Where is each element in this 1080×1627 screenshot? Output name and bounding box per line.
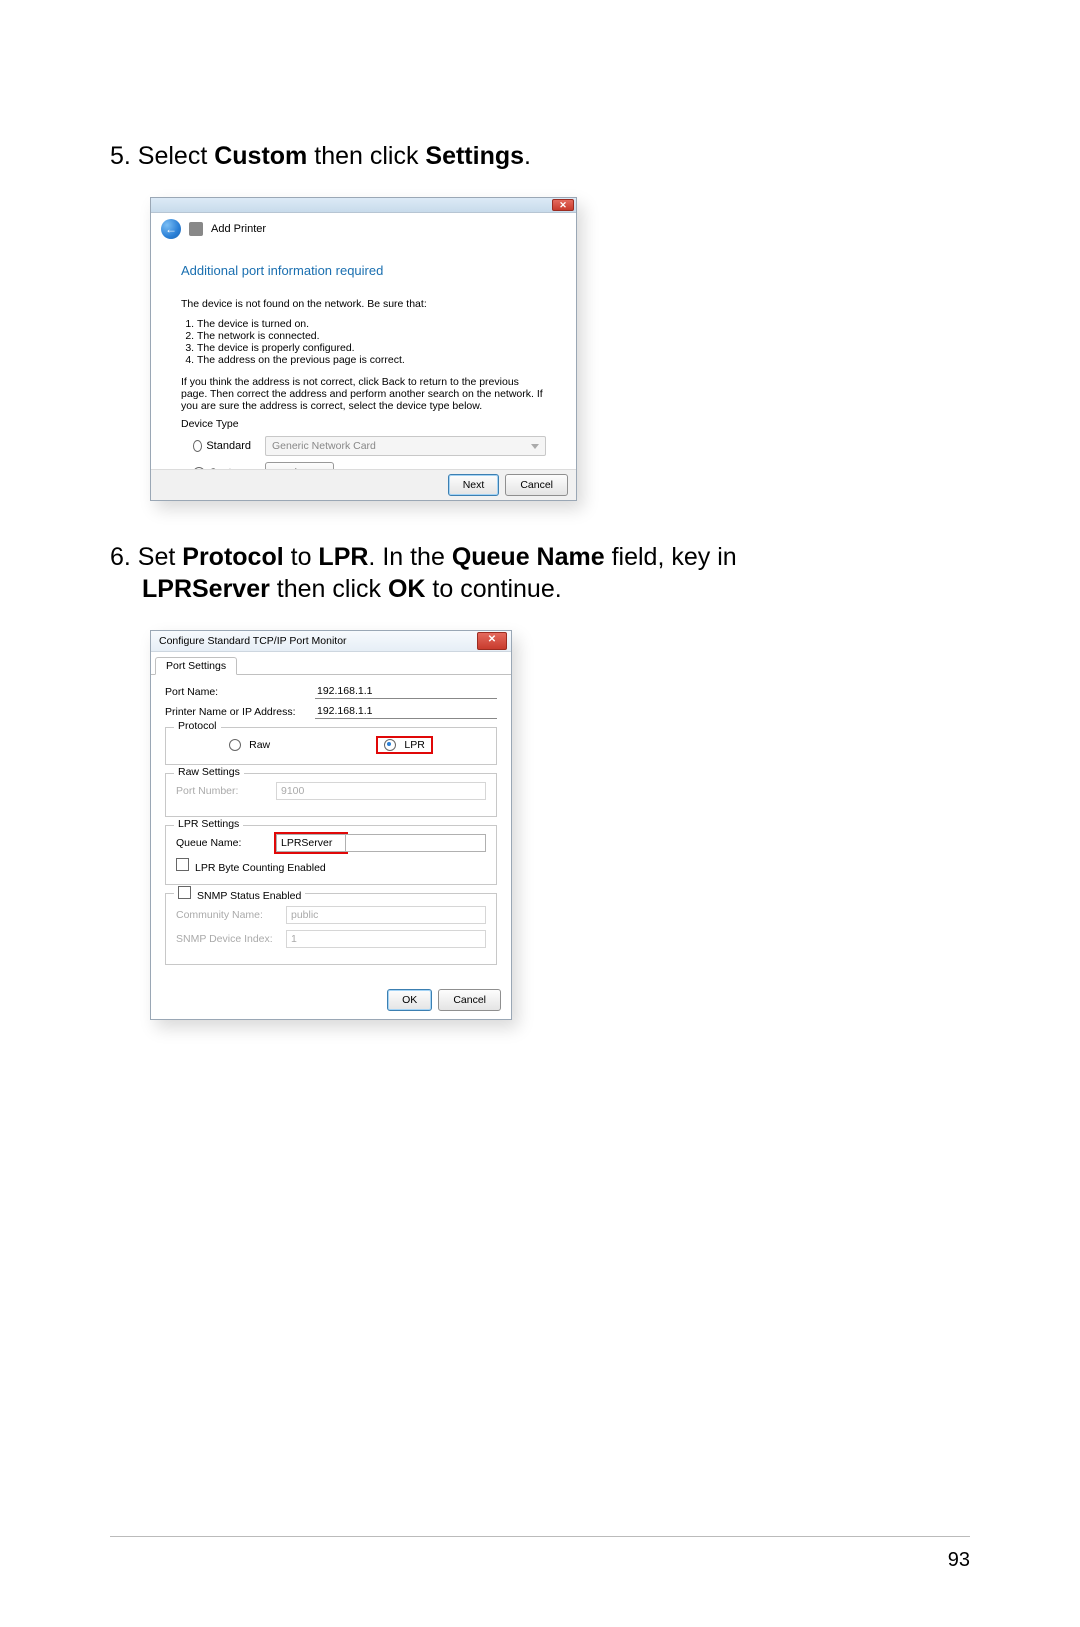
- instruction-step-6: 6. Set Protocol to LPR. In the Queue Nam…: [110, 541, 970, 606]
- step6-bold-lprserver: LPRServer: [142, 575, 270, 603]
- step6-bold-ok: OK: [388, 575, 426, 603]
- port-number-input: 9100: [276, 782, 486, 800]
- dialog-titlebar: Configure Standard TCP/IP Port Monitor ✕: [151, 631, 511, 652]
- step5-mid: then click: [307, 142, 425, 170]
- footer-divider: [110, 1536, 970, 1537]
- radio-icon: [384, 739, 396, 751]
- close-icon[interactable]: ✕: [552, 199, 574, 211]
- lpr-settings-fieldset: LPR Settings Queue Name: LPRServer LPR B…: [165, 825, 497, 885]
- community-name-input: public: [286, 906, 486, 924]
- radio-standard-label: Standard: [206, 440, 251, 452]
- snmp-status-checkbox[interactable]: SNMP Status Enabled: [174, 886, 305, 902]
- radio-icon: [193, 440, 202, 452]
- raw-settings-legend: Raw Settings: [174, 766, 244, 778]
- configure-port-dialog: Configure Standard TCP/IP Port Monitor ✕…: [150, 630, 512, 1020]
- dialog-subtitle: Additional port information required: [181, 263, 546, 278]
- instruction-step-5: 5. Select Custom then click Settings.: [110, 140, 970, 173]
- tab-port-settings[interactable]: Port Settings: [155, 657, 237, 675]
- port-name-value[interactable]: 192.168.1.1: [315, 685, 497, 699]
- standard-select-value: Generic Network Card: [272, 440, 376, 452]
- printer-name-label: Printer Name or IP Address:: [165, 706, 315, 718]
- port-number-label: Port Number:: [176, 785, 276, 797]
- standard-select: Generic Network Card: [265, 436, 546, 456]
- cancel-button[interactable]: Cancel: [438, 989, 501, 1011]
- close-icon[interactable]: ✕: [477, 632, 507, 650]
- step5-prefix: 5. Select: [110, 142, 214, 170]
- list-item: The device is properly configured.: [197, 342, 546, 354]
- page-number: 93: [948, 1549, 970, 1572]
- list-item: The address on the previous page is corr…: [197, 354, 546, 366]
- community-name-label: Community Name:: [176, 909, 286, 921]
- radio-raw-label: Raw: [249, 739, 270, 751]
- radio-icon: [229, 739, 241, 751]
- step6-bold-queue: Queue Name: [452, 543, 605, 571]
- checkbox-icon[interactable]: [176, 858, 189, 871]
- snmp-fieldset: SNMP Status Enabled Community Name: publ…: [165, 893, 497, 965]
- protocol-legend: Protocol: [174, 720, 221, 732]
- dialog-list: The device is turned on. The network is …: [197, 318, 546, 366]
- step6-bold-protocol: Protocol: [182, 543, 283, 571]
- device-type-label: Device Type: [181, 418, 546, 430]
- back-icon[interactable]: ←: [161, 219, 181, 239]
- list-item: The device is turned on.: [197, 318, 546, 330]
- lpr-settings-legend: LPR Settings: [174, 818, 243, 830]
- queue-name-input-extend[interactable]: [346, 834, 486, 852]
- add-printer-dialog: ✕ ← Add Printer Additional port informat…: [150, 197, 577, 501]
- step6-bold-lpr: LPR: [318, 543, 368, 571]
- ok-button[interactable]: OK: [387, 989, 432, 1011]
- step5-suffix: .: [524, 142, 531, 170]
- radio-lpr-label: LPR: [404, 739, 424, 751]
- port-name-label: Port Name:: [165, 686, 315, 698]
- queue-name-input[interactable]: LPRServer: [276, 834, 346, 852]
- raw-settings-fieldset: Raw Settings Port Number: 9100: [165, 773, 497, 817]
- protocol-fieldset: Protocol Raw LPR: [165, 727, 497, 765]
- chevron-down-icon: [531, 440, 539, 452]
- printer-name-value[interactable]: 192.168.1.1: [315, 705, 497, 719]
- next-button[interactable]: Next: [448, 474, 500, 496]
- list-item: The network is connected.: [197, 330, 546, 342]
- lpr-byte-label: LPR Byte Counting Enabled: [195, 862, 326, 874]
- radio-standard[interactable]: Standard: [193, 440, 251, 452]
- dialog-note: If you think the address is not correct,…: [181, 376, 546, 412]
- dialog-titlebar: ✕: [151, 198, 576, 213]
- dialog-header-title: Add Printer: [211, 223, 266, 235]
- step6-prefix: 6. Set: [110, 543, 182, 571]
- snmp-index-label: SNMP Device Index:: [176, 933, 286, 945]
- dialog-title: Configure Standard TCP/IP Port Monitor: [159, 635, 347, 647]
- snmp-index-input: 1: [286, 930, 486, 948]
- queue-name-label: Queue Name:: [176, 837, 276, 849]
- cancel-button[interactable]: Cancel: [505, 474, 568, 496]
- step5-bold-settings: Settings: [425, 142, 524, 170]
- dialog-message: The device is not found on the network. …: [181, 298, 546, 310]
- radio-raw[interactable]: Raw: [229, 736, 270, 754]
- printer-icon: [189, 222, 203, 236]
- step5-bold-custom: Custom: [214, 142, 307, 170]
- radio-lpr[interactable]: LPR: [376, 736, 432, 754]
- checkbox-icon: [178, 886, 191, 899]
